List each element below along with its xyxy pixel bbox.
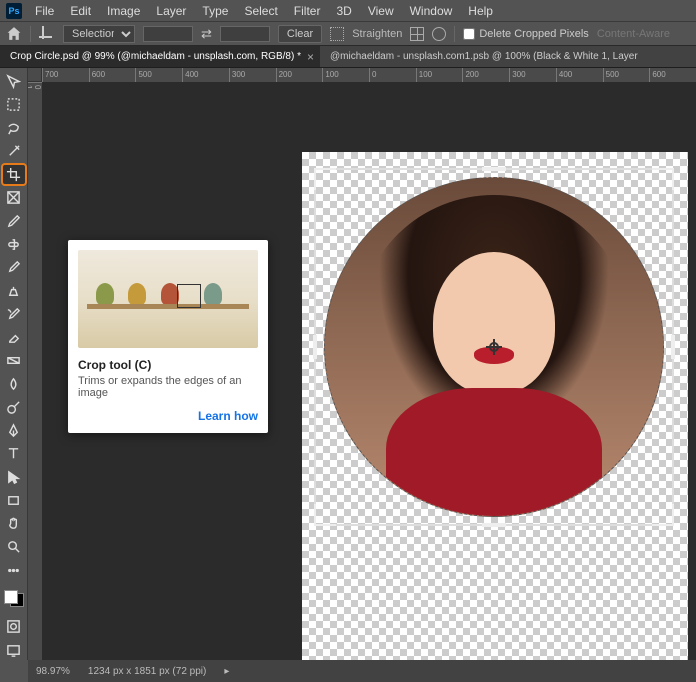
rectangle-tool[interactable]	[3, 491, 25, 510]
pen-tool[interactable]	[3, 421, 25, 440]
crop-handle-b[interactable]	[482, 523, 506, 527]
menu-layer[interactable]: Layer	[149, 2, 193, 20]
document-tab-label: Crop Circle.psd @ 99% (@michaeldam - uns…	[10, 51, 301, 62]
overlay-grid-icon[interactable]	[410, 27, 424, 41]
healing-brush-tool[interactable]	[3, 235, 25, 254]
type-tool[interactable]	[3, 444, 25, 463]
eraser-tool[interactable]	[3, 328, 25, 347]
crop-handle-r[interactable]	[671, 335, 675, 359]
blur-tool[interactable]	[3, 374, 25, 393]
canvas-area[interactable]: 7006005004003002001000100200300400500600…	[28, 68, 696, 660]
menu-view[interactable]: View	[361, 2, 401, 20]
menu-type[interactable]: Type	[195, 2, 235, 20]
zoom-tool[interactable]	[3, 537, 25, 556]
chevron-right-icon[interactable]: ▸	[224, 666, 229, 677]
color-swatches[interactable]	[4, 590, 24, 608]
status-bar: 98.97% 1234 px x 1851 px (72 ppi) ▸	[28, 660, 696, 682]
crop-handle-t[interactable]	[482, 167, 506, 171]
crop-handle-bl[interactable]	[314, 504, 336, 526]
tooltip-thumbnail	[78, 250, 258, 348]
options-gear-icon[interactable]	[432, 27, 446, 41]
swap-icon[interactable]: ⇄	[201, 26, 212, 42]
menu-image[interactable]: Image	[100, 2, 147, 20]
dodge-tool[interactable]	[3, 398, 25, 417]
delete-cropped-input[interactable]	[463, 28, 475, 40]
ruler-corner	[28, 68, 42, 82]
menu-help[interactable]: Help	[461, 2, 500, 20]
clear-button[interactable]: Clear	[278, 25, 322, 43]
move-tool[interactable]	[3, 72, 25, 91]
lasso-tool[interactable]	[3, 119, 25, 138]
document-tab-active[interactable]: Crop Circle.psd @ 99% (@michaeldam - uns…	[0, 46, 320, 67]
width-input[interactable]	[143, 26, 193, 42]
menu-window[interactable]: Window	[403, 2, 460, 20]
path-select-tool[interactable]	[3, 468, 25, 487]
menu-filter[interactable]: Filter	[287, 2, 328, 20]
crop-tool[interactable]	[3, 165, 25, 184]
crop-bounding-box[interactable]	[314, 168, 674, 526]
app-logo: Ps	[6, 3, 22, 19]
doc-dimensions[interactable]: 1234 px x 1851 px (72 ppi)	[88, 666, 206, 677]
crop-handle-tl[interactable]	[314, 168, 336, 190]
document-canvas[interactable]	[302, 152, 688, 660]
delete-cropped-label: Delete Cropped Pixels	[479, 28, 588, 40]
crop-handle-tr[interactable]	[652, 168, 674, 190]
height-input[interactable]	[220, 26, 270, 42]
delete-cropped-checkbox[interactable]: Delete Cropped Pixels	[463, 28, 588, 40]
menu-3d[interactable]: 3D	[329, 2, 358, 20]
menu-bar: Ps File Edit Image Layer Type Select Fil…	[0, 0, 696, 22]
home-icon[interactable]	[6, 26, 22, 42]
screen-mode-toggle[interactable]	[3, 641, 25, 660]
menu-file[interactable]: File	[28, 2, 61, 20]
workspace: 7006005004003002001000100200300400500600…	[0, 68, 696, 660]
menu-select[interactable]: Select	[237, 2, 284, 20]
options-bar: Selection ⇄ Clear Straighten Delete Crop…	[0, 22, 696, 46]
straighten-icon[interactable]	[330, 27, 344, 41]
crop-center-target[interactable]	[486, 339, 502, 355]
tooltip-title: Crop tool (C)	[78, 358, 258, 372]
edit-toolbar[interactable]	[3, 561, 25, 580]
document-tab[interactable]: @michaeldam - unsplash.com1.psb @ 100% (…	[320, 46, 640, 67]
history-brush-tool[interactable]	[3, 305, 25, 324]
tool-tooltip: Crop tool (C) Trims or expands the edges…	[68, 240, 268, 433]
close-icon[interactable]: ×	[307, 50, 314, 64]
crop-handle-l[interactable]	[313, 335, 317, 359]
tool-toolbar	[0, 68, 28, 660]
quick-mask-toggle[interactable]	[3, 617, 25, 636]
tooltip-learn-link[interactable]: Learn how	[78, 409, 258, 423]
clone-stamp-tool[interactable]	[3, 281, 25, 300]
ruler-vertical[interactable]: 0100	[28, 82, 42, 660]
crop-icon[interactable]	[39, 26, 55, 42]
tooltip-desc: Trims or expands the edges of an image	[78, 375, 258, 399]
gradient-tool[interactable]	[3, 351, 25, 370]
brush-tool[interactable]	[3, 258, 25, 277]
menu-edit[interactable]: Edit	[63, 2, 98, 20]
ratio-select[interactable]: Selection	[63, 25, 135, 43]
eyedropper-tool[interactable]	[3, 212, 25, 231]
magic-wand-tool[interactable]	[3, 142, 25, 161]
content-aware-label: Content-Aware	[597, 28, 670, 40]
rect-marquee-tool[interactable]	[3, 95, 25, 114]
document-tab-label: @michaeldam - unsplash.com1.psb @ 100% (…	[330, 51, 640, 62]
straighten-label[interactable]: Straighten	[352, 28, 402, 40]
crop-handle-br[interactable]	[652, 504, 674, 526]
fg-color-swatch[interactable]	[4, 590, 18, 604]
frame-tool[interactable]	[3, 188, 25, 207]
document-tabbar: Crop Circle.psd @ 99% (@michaeldam - uns…	[0, 46, 696, 68]
ruler-horizontal[interactable]: 7006005004003002001000100200300400500600	[42, 68, 696, 82]
hand-tool[interactable]	[3, 514, 25, 533]
zoom-level[interactable]: 98.97%	[36, 666, 70, 677]
